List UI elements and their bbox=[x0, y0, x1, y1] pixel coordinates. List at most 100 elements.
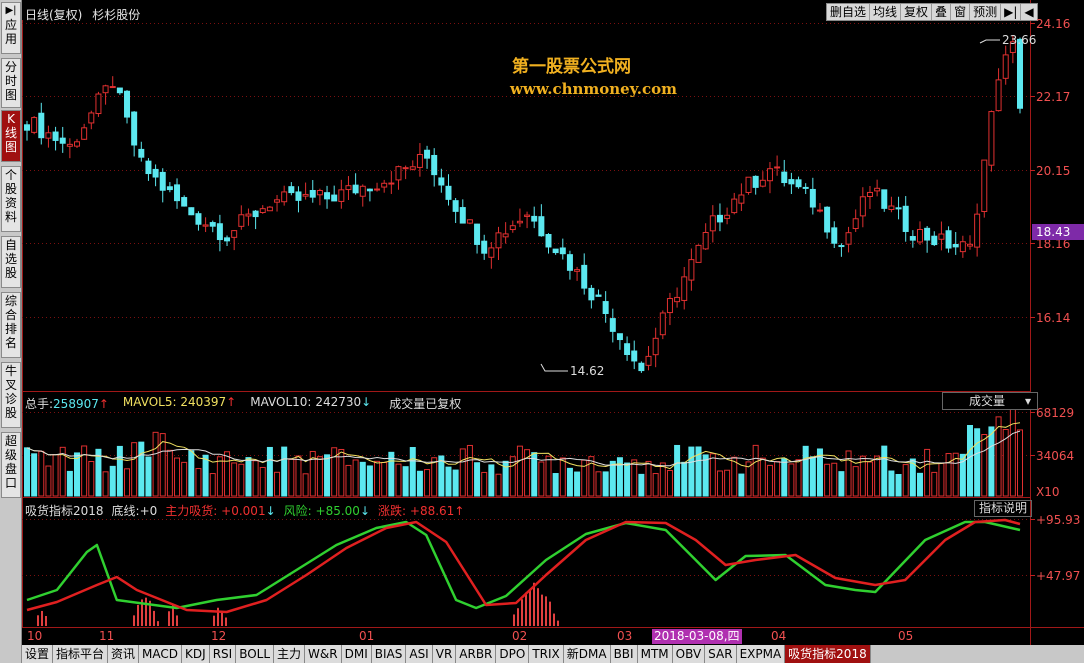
candle-body bbox=[731, 198, 738, 214]
volume-bar bbox=[902, 464, 909, 497]
indicator-help-button[interactable]: 指标说明 bbox=[974, 500, 1033, 517]
tab-arbr[interactable]: ARBR bbox=[456, 645, 497, 663]
date-cursor-label: 2018-03-08,四 bbox=[652, 629, 742, 644]
tab-sar[interactable]: SAR bbox=[705, 645, 737, 663]
candle-body bbox=[102, 85, 109, 94]
candle-body bbox=[581, 264, 588, 289]
volume-bar bbox=[295, 455, 302, 497]
date-tick: 05 bbox=[898, 629, 914, 643]
volume-bar bbox=[874, 455, 881, 497]
volume-total-label: 总手: bbox=[25, 397, 54, 411]
volume-bar bbox=[645, 460, 652, 497]
tab-wr[interactable]: W&R bbox=[305, 645, 342, 663]
candle-body bbox=[74, 141, 81, 147]
candle-body bbox=[602, 301, 609, 315]
sidebar-item-ranking[interactable]: 综合排名 bbox=[1, 292, 21, 358]
date-tick: 12 bbox=[211, 629, 227, 643]
candle-body bbox=[888, 205, 895, 211]
candle-body bbox=[809, 188, 816, 208]
sidebar-item-apps[interactable]: ▶| 应用 bbox=[1, 2, 21, 54]
window-button[interactable]: 窗 bbox=[951, 4, 971, 20]
tab-macd[interactable]: MACD bbox=[139, 645, 183, 663]
candle-body bbox=[188, 207, 195, 216]
volume-bar bbox=[124, 468, 131, 497]
tab-accumulation-2018[interactable]: 吸货指标2018 bbox=[785, 645, 871, 663]
arrow-down-icon: ↓ bbox=[361, 395, 372, 409]
indicator-change: 涨跌: +88.61↑ bbox=[378, 502, 464, 519]
tab-mtm[interactable]: MTM bbox=[637, 645, 673, 663]
candle-body bbox=[352, 184, 359, 194]
tab-settings[interactable]: 设置 bbox=[22, 645, 54, 663]
volume-bar bbox=[138, 441, 145, 497]
candle-body bbox=[509, 225, 516, 231]
tab-new-dma[interactable]: 新DMA bbox=[563, 645, 611, 663]
volume-bar bbox=[174, 457, 181, 497]
candle-body bbox=[788, 179, 795, 185]
sidebar-item-watchlist[interactable]: 自选股 bbox=[1, 236, 21, 288]
mavol10-label: MAVOL10: bbox=[250, 395, 312, 409]
skip-end-icon[interactable]: ▶| bbox=[1001, 4, 1022, 20]
tab-boll[interactable]: BOLL bbox=[236, 645, 275, 663]
tab-main-force[interactable]: 主力 bbox=[274, 645, 306, 663]
volume-mavol5: MAVOL5: 240397↑ bbox=[123, 395, 236, 412]
candle-body bbox=[302, 193, 309, 197]
candle-body bbox=[166, 186, 173, 191]
volume-bar bbox=[802, 445, 809, 497]
adjust-button[interactable]: 复权 bbox=[901, 4, 933, 20]
sidebar-item-order-book[interactable]: 超级盘口 bbox=[1, 432, 21, 498]
candle-body bbox=[845, 232, 852, 245]
forecast-button[interactable]: 预测 bbox=[970, 4, 1002, 20]
candle-body bbox=[481, 240, 488, 254]
sidebar-item-diagnosis[interactable]: 牛叉诊股 bbox=[1, 362, 21, 428]
arrow-up-icon: ↑ bbox=[226, 395, 237, 409]
tab-asi[interactable]: ASI bbox=[406, 645, 433, 663]
sidebar-item-intraday[interactable]: 分时图 bbox=[1, 58, 21, 108]
tab-dpo[interactable]: DPO bbox=[496, 645, 530, 663]
volume-indicator-select[interactable]: 成交量 ▾ bbox=[942, 392, 1038, 410]
candle-body bbox=[531, 215, 538, 222]
tab-obv[interactable]: OBV bbox=[672, 645, 706, 663]
volume-bar bbox=[81, 445, 88, 497]
candle-body bbox=[252, 210, 259, 218]
volume-bar bbox=[24, 447, 30, 497]
volume-bar bbox=[459, 448, 466, 497]
candle-body bbox=[88, 112, 95, 124]
sidebar-item-stock-info[interactable]: 个股资料 bbox=[1, 166, 21, 232]
tab-trix[interactable]: TRIX bbox=[529, 645, 564, 663]
overlay-button[interactable]: 叠 bbox=[932, 4, 952, 20]
tab-indicator-platform[interactable]: 指标平台 bbox=[53, 645, 109, 663]
candle-body bbox=[816, 209, 823, 212]
volume-bar bbox=[852, 466, 859, 497]
tab-expma[interactable]: EXPMA bbox=[736, 645, 786, 663]
candle-body bbox=[916, 228, 923, 243]
volume-select-value: 成交量 bbox=[969, 394, 1006, 408]
candle-body bbox=[81, 127, 88, 140]
tab-bbi[interactable]: BBI bbox=[610, 645, 638, 663]
volume-bar bbox=[824, 463, 831, 497]
volume-bar bbox=[102, 471, 109, 497]
candle-body bbox=[574, 269, 581, 272]
period-label[interactable]: 日线(复权) bbox=[25, 8, 82, 22]
candle-body bbox=[181, 197, 188, 207]
tab-vr[interactable]: VR bbox=[432, 645, 457, 663]
candle-body bbox=[124, 90, 131, 118]
candle-body bbox=[952, 244, 959, 248]
tab-bias[interactable]: BIAS bbox=[371, 645, 407, 663]
tab-kdj[interactable]: KDJ bbox=[182, 645, 210, 663]
candle-body bbox=[116, 87, 123, 94]
candle-body bbox=[945, 230, 952, 249]
tab-dmi[interactable]: DMI bbox=[341, 645, 372, 663]
sidebar-item-kline[interactable]: K线图 bbox=[1, 110, 21, 162]
tab-rsi[interactable]: RSI bbox=[209, 645, 237, 663]
volume-bar bbox=[895, 474, 902, 497]
candle-body bbox=[988, 111, 995, 166]
candle-body bbox=[345, 185, 352, 191]
moving-average-button[interactable]: 均线 bbox=[870, 4, 902, 20]
tab-news[interactable]: 资讯 bbox=[108, 645, 140, 663]
volume-bar bbox=[238, 463, 245, 497]
remove-watchlist-button[interactable]: 删自选 bbox=[827, 4, 871, 20]
candle-body bbox=[474, 223, 481, 245]
volume-bar bbox=[709, 453, 716, 497]
candle-body bbox=[959, 241, 966, 253]
candle-body bbox=[824, 206, 831, 233]
